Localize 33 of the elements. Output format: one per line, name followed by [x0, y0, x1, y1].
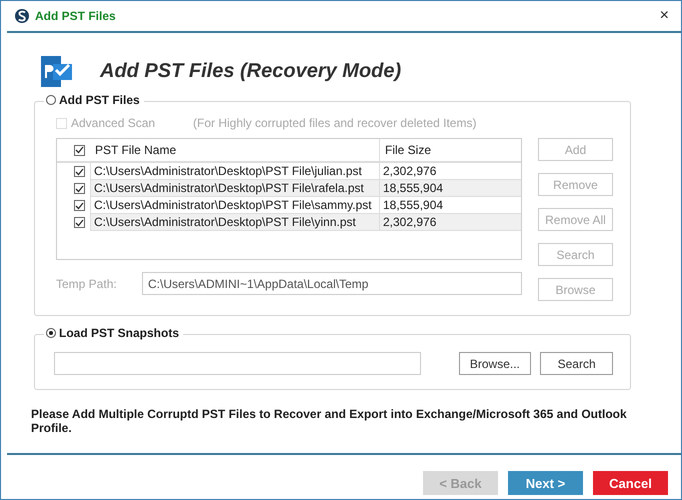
add-pst-label: Add PST Files	[59, 93, 140, 107]
table-cell: 2,302,976	[379, 214, 521, 231]
snapshot-radio[interactable]	[46, 328, 56, 338]
window-title: Add PST Files	[35, 9, 117, 23]
table-cell: 18,555,904	[379, 180, 521, 197]
add-pst-radio[interactable]	[46, 95, 56, 105]
table-cell: 2,302,976	[379, 163, 521, 180]
table-cell: C:\Users\Administrator\Desktop\PST File\sammy.pst	[90, 197, 379, 214]
row-checkbox[interactable]	[74, 183, 85, 194]
close-button[interactable]: ×	[656, 7, 673, 25]
instruction-text: Please Add Multiple Corruptd PST Files to Recover and Export into Exchange/Microsoft 365 and Outlook Profile.	[30, 406, 628, 437]
snapshot-button[interactable]: Search	[540, 352, 613, 375]
advanced-scan-label: Advanced Scan	[71, 116, 156, 130]
mail-app-icon	[41, 56, 72, 86]
select-all-checkbox[interactable]	[74, 144, 85, 156]
app-logo-icon	[15, 8, 29, 24]
temp-path-label: Temp Path:	[56, 276, 117, 290]
column-header: File Size	[379, 139, 521, 161]
row-checkbox[interactable]	[74, 200, 85, 211]
page-heading: Add PST Files (Recovery Mode)	[100, 60, 402, 82]
table-cell: C:\Users\Administrator\Desktop\PST File\julian.pst	[90, 163, 379, 180]
footer-button[interactable]: Cancel	[593, 471, 668, 495]
column-header: PST File Name	[94, 143, 178, 157]
snapshot-label: Load PST Snapshots	[59, 326, 180, 340]
footer-button[interactable]: Next >	[508, 471, 583, 495]
snapshot-path-field[interactable]	[54, 352, 421, 375]
row-checkbox[interactable]	[74, 217, 85, 228]
advanced-scan-hint: (For Highly corrupted files and recover deleted Items)	[193, 116, 476, 130]
table-cell: C:\Users\Administrator\Desktop\PST File\rafela.pst	[90, 180, 379, 197]
row-checkbox[interactable]	[74, 166, 85, 177]
table-cell: C:\Users\Administrator\Desktop\PST File\yinn.pst	[90, 214, 379, 231]
snapshot-button[interactable]: Browse...	[458, 352, 532, 375]
table-cell: 18,555,904	[379, 197, 521, 214]
